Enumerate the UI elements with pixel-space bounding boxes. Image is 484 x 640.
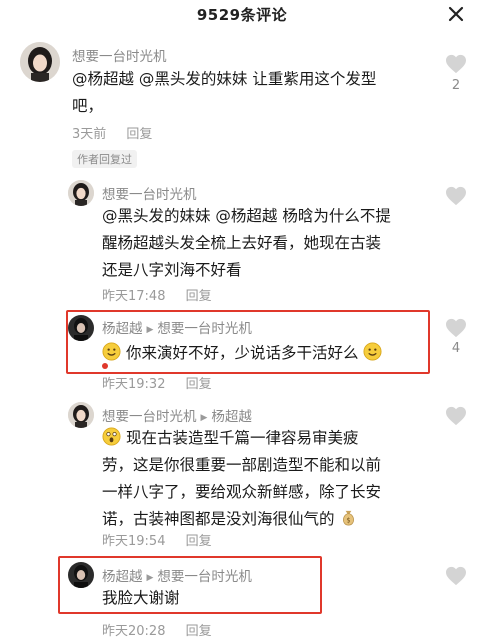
like-button[interactable] [443, 186, 469, 210]
comment-meta: 昨天17:48 回复 [102, 285, 212, 304]
comment-meta: 昨天19:54 回复 [102, 530, 212, 549]
comment-username[interactable]: 杨超越 [102, 569, 143, 585]
heart-icon [446, 566, 466, 586]
reply-arrow-icon: ▶ [146, 325, 154, 335]
like-count: 2 [451, 78, 461, 93]
comment-meta: 昨天20:28 回复 [102, 620, 212, 639]
author-replied-tag: 作者回复过 [72, 150, 137, 168]
shocked-emoji-icon [102, 427, 121, 446]
comment-time: 3天前 [72, 127, 107, 142]
comment-username[interactable]: 想要一台时光机 [102, 183, 197, 203]
comment-time: 昨天20:28 [102, 624, 166, 639]
close-icon [448, 6, 464, 22]
money-bag-emoji-icon: $ [343, 510, 355, 526]
comment-text: @杨超越 @黑头发的妹妹 让重紫用这个发型 吧， [72, 70, 377, 115]
reply-button[interactable]: 回复 [186, 377, 212, 392]
heart-icon [446, 54, 466, 74]
avatar[interactable] [68, 180, 94, 206]
reply-arrow-icon: ▶ [146, 573, 154, 583]
comment-time: 昨天19:54 [102, 534, 166, 549]
comment-text-line: 你来演好不好，少说话多干活好么 [102, 340, 432, 367]
comment-username[interactable]: 杨超越 [102, 321, 143, 337]
comment-text: 现在古装造型千篇一律容易审美疲 劳，这是你很重要一部剧造型不能和以前 一样八字了… [102, 427, 382, 528]
comment-text: @黑头发的妹妹 @杨超越 杨晗为什么不提 醒杨超越头发全梳上去好看，她现在古装 … [102, 207, 391, 279]
comment-count-title: 9529条评论 [196, 6, 288, 24]
heart-icon [446, 406, 466, 426]
reply-to-username[interactable]: 想要一台时光机 [157, 569, 252, 585]
comment-meta: 3天前 回复 [72, 123, 152, 142]
reply-arrow-icon: ▶ [200, 413, 208, 423]
avatar[interactable] [68, 315, 94, 341]
comment-username[interactable]: 想要一台时光机 [102, 409, 197, 425]
heart-icon [446, 186, 466, 206]
comments-header: 9529条评论 [0, 0, 484, 32]
comment-meta: 昨天19:32 回复 [102, 373, 212, 392]
like-button[interactable] [443, 406, 469, 430]
reply-button[interactable]: 回复 [186, 624, 212, 639]
reply-to-username[interactable]: 想要一台时光机 [157, 321, 252, 337]
reply-to-username[interactable]: 杨超越 [211, 409, 252, 425]
comment-time: 昨天17:48 [102, 289, 166, 304]
comment-username-line: 杨超越 ▶ 想要一台时光机 [102, 565, 252, 585]
comment-time: 昨天19:32 [102, 377, 166, 392]
comment-username[interactable]: 想要一台时光机 [72, 45, 167, 65]
reply-button[interactable]: 回复 [126, 127, 152, 142]
svg-text:$: $ [347, 516, 351, 524]
comment-text: 我脸大谢谢 [102, 589, 180, 607]
like-button[interactable] [443, 54, 469, 78]
heart-icon [446, 318, 466, 338]
smile-emoji-icon [102, 342, 121, 361]
reply-button[interactable]: 回复 [186, 534, 212, 549]
comment-username-line: 想要一台时光机 ▶ 杨超越 [102, 405, 252, 425]
comment-username-line: 杨超越 ▶ 想要一台时光机 [102, 317, 252, 337]
avatar[interactable] [68, 562, 94, 588]
avatar[interactable] [20, 42, 60, 82]
reply-button[interactable]: 回复 [186, 289, 212, 304]
comment-text: 你来演好不好，少说话多干活好么 [125, 344, 359, 362]
like-button[interactable] [443, 566, 469, 590]
like-count: 4 [451, 341, 461, 356]
smile-emoji-icon [363, 342, 382, 361]
close-button[interactable] [444, 2, 468, 26]
avatar[interactable] [68, 402, 94, 428]
like-button[interactable] [443, 318, 469, 342]
